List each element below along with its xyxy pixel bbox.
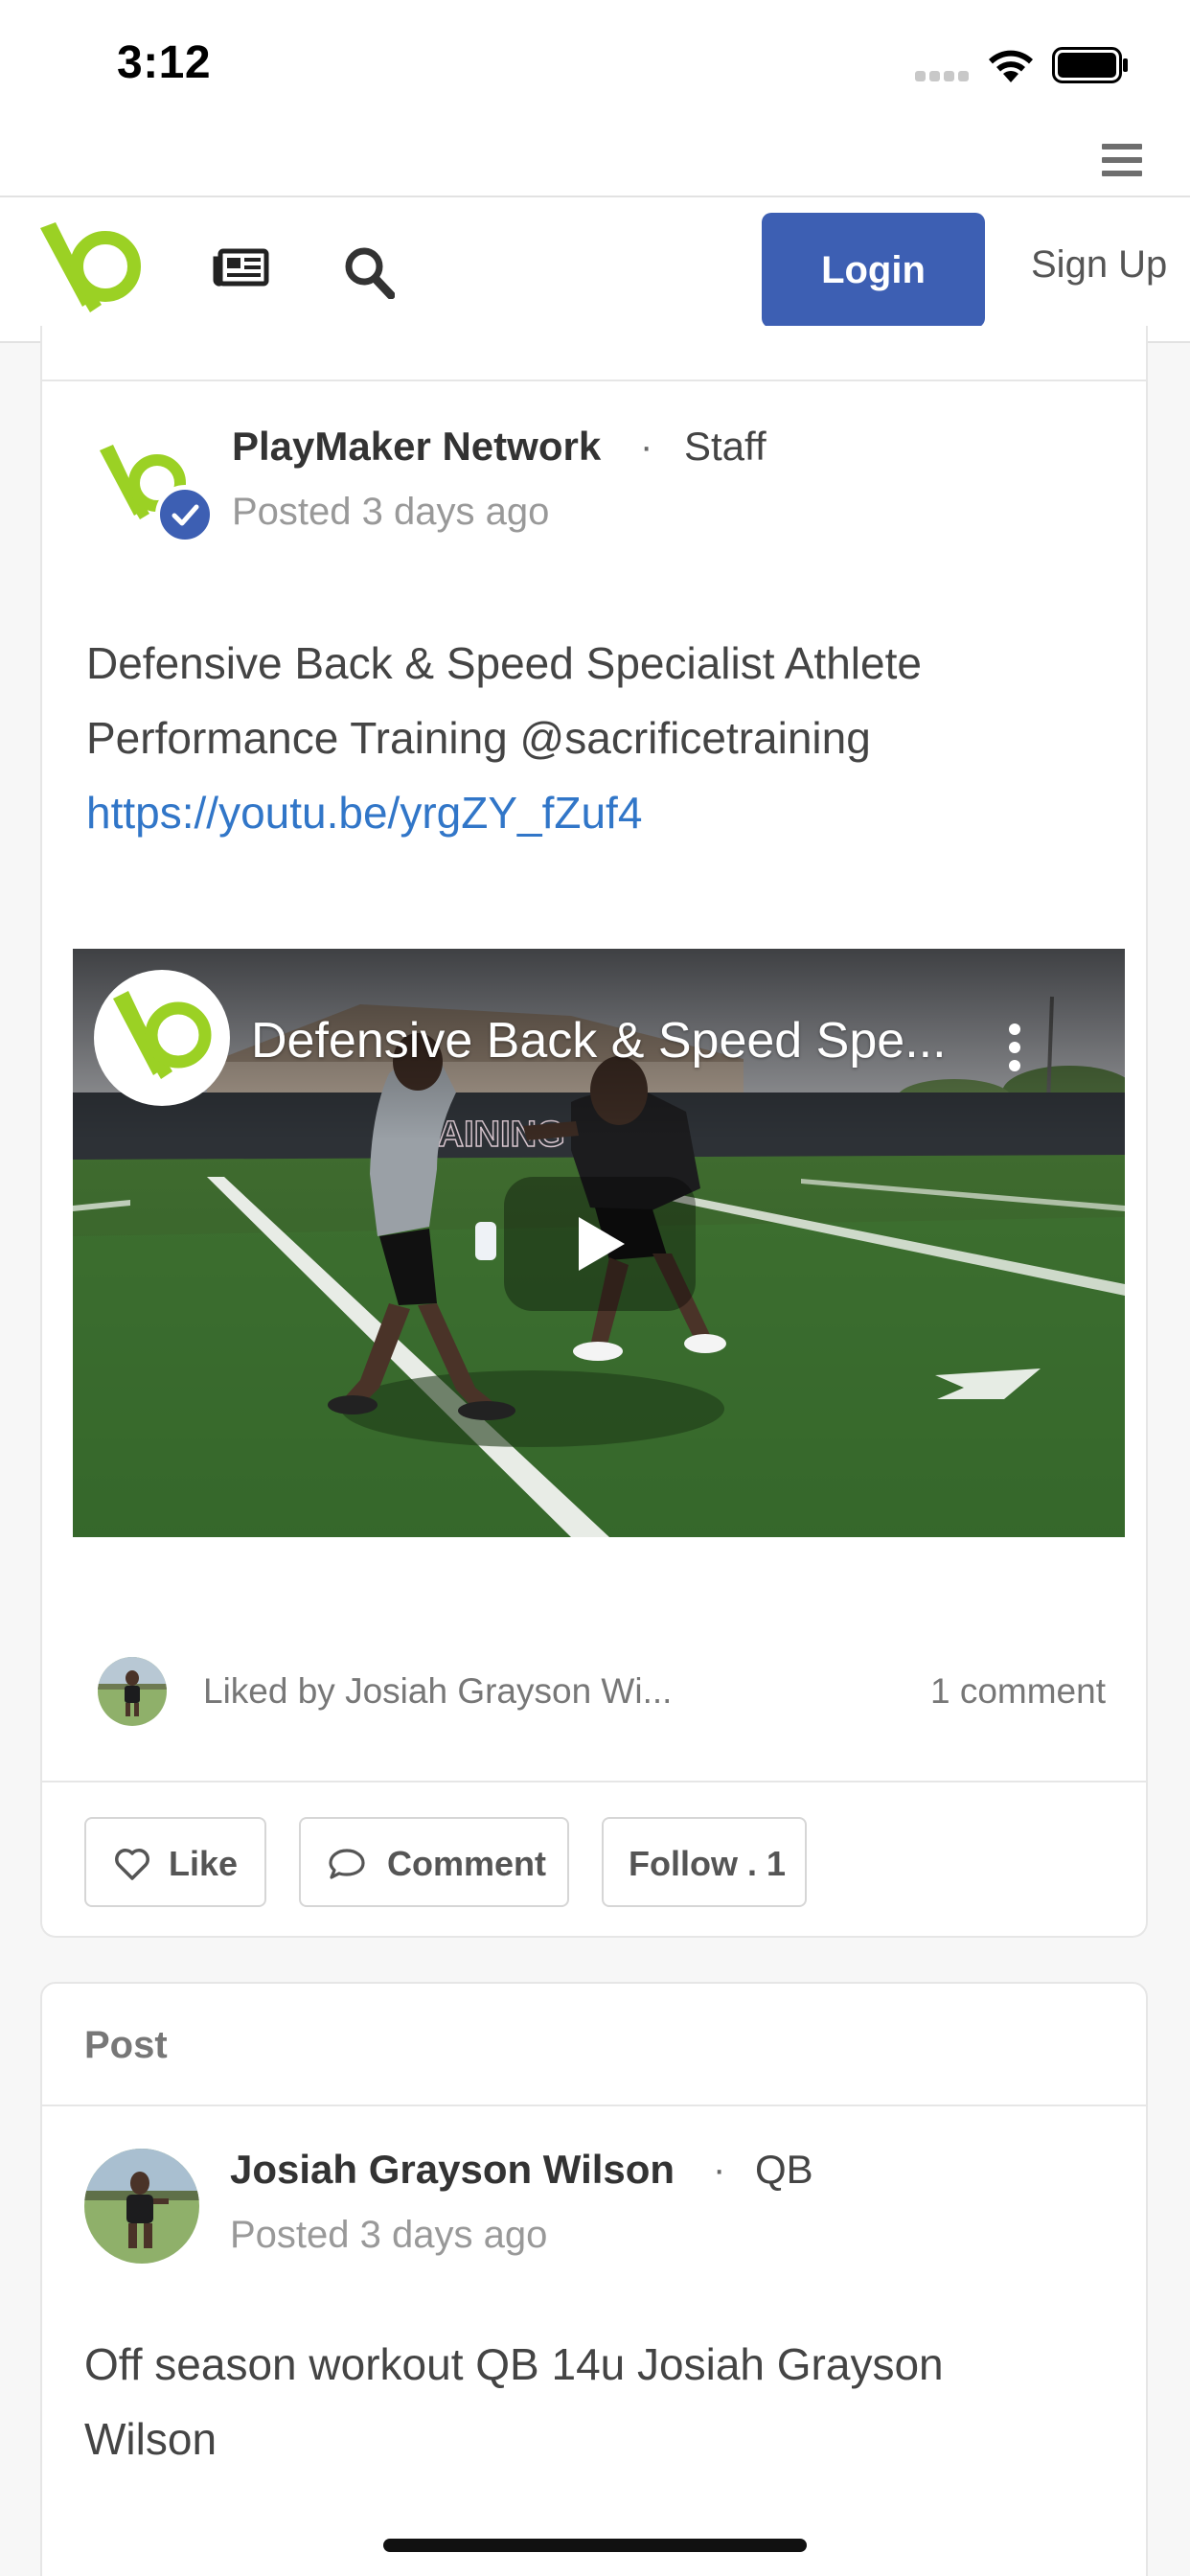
- post-timestamp: Posted 3 days ago: [232, 491, 550, 533]
- video-more-icon[interactable]: [1007, 1024, 1022, 1071]
- author-avatar[interactable]: [84, 2149, 199, 2264]
- follow-button[interactable]: Follow . 1: [602, 1817, 807, 1907]
- post-link[interactable]: https://youtu.be/yrgZY_fZuf4: [86, 788, 642, 838]
- post-body: Defensive Back & Speed Specialist Athlet…: [86, 626, 1064, 850]
- author-role: Staff: [684, 424, 767, 469]
- comment-button[interactable]: Comment: [299, 1817, 569, 1907]
- top-navbar: Login Sign Up: [0, 197, 1190, 343]
- post-text: Defensive Back & Speed Specialist Athlet…: [86, 638, 922, 763]
- author-role: QB: [755, 2147, 813, 2192]
- card-header: Post: [84, 2024, 168, 2066]
- comment-bubble-icon: [329, 1849, 365, 1879]
- playmaker-logo[interactable]: [33, 213, 148, 328]
- like-button[interactable]: Like: [84, 1817, 266, 1907]
- post-card: Post Josiah Grayson Wilson · QB Posted 3…: [40, 1982, 1148, 2576]
- separator-dot: ·: [640, 426, 653, 468]
- status-bar: 3:12: [0, 0, 1190, 144]
- liker-avatar[interactable]: [98, 1657, 167, 1726]
- status-time: 3:12: [117, 37, 212, 88]
- menu-strip: [0, 144, 1190, 197]
- card-divider: [42, 2104, 1146, 2106]
- cellular-signal-icon: [915, 70, 971, 81]
- home-indicator: [383, 2539, 807, 2552]
- hamburger-menu-icon[interactable]: [1102, 144, 1142, 178]
- card-divider: [42, 380, 1146, 381]
- comment-label: Comment: [387, 1844, 547, 1883]
- comment-count[interactable]: 1 comment: [930, 1671, 1106, 1712]
- search-icon[interactable]: [343, 245, 395, 299]
- signup-link[interactable]: Sign Up: [1031, 243, 1167, 287]
- heart-icon: [115, 1849, 149, 1880]
- play-icon[interactable]: [504, 1177, 696, 1311]
- battery-icon: [1052, 47, 1128, 83]
- like-label: Like: [169, 1844, 239, 1883]
- author-name[interactable]: Josiah Grayson Wilson: [230, 2147, 675, 2193]
- actions-divider: [42, 1781, 1146, 1782]
- follow-label: Follow . 1: [629, 1844, 787, 1883]
- separator-dot: ·: [713, 2149, 726, 2191]
- video-embed[interactable]: TRAINING: [73, 949, 1125, 1537]
- verified-badge-icon: [155, 485, 215, 544]
- channel-avatar-logo[interactable]: [94, 970, 230, 1106]
- author-photo: [84, 2149, 199, 2264]
- video-title: Defensive Back & Speed Spe...: [251, 1013, 947, 1069]
- author-name[interactable]: PlayMaker Network: [232, 424, 601, 470]
- post-text: Off season workout QB 14u Josiah Grayson…: [84, 2339, 944, 2464]
- newspaper-icon[interactable]: [213, 245, 270, 291]
- login-button[interactable]: Login: [762, 213, 985, 328]
- wifi-icon: [989, 50, 1033, 82]
- post-timestamp: Posted 3 days ago: [230, 2214, 548, 2256]
- liked-by-text[interactable]: Liked by Josiah Grayson Wi...: [203, 1671, 672, 1712]
- post-card: PlayMaker Network · Staff Posted 3 days …: [40, 326, 1148, 1938]
